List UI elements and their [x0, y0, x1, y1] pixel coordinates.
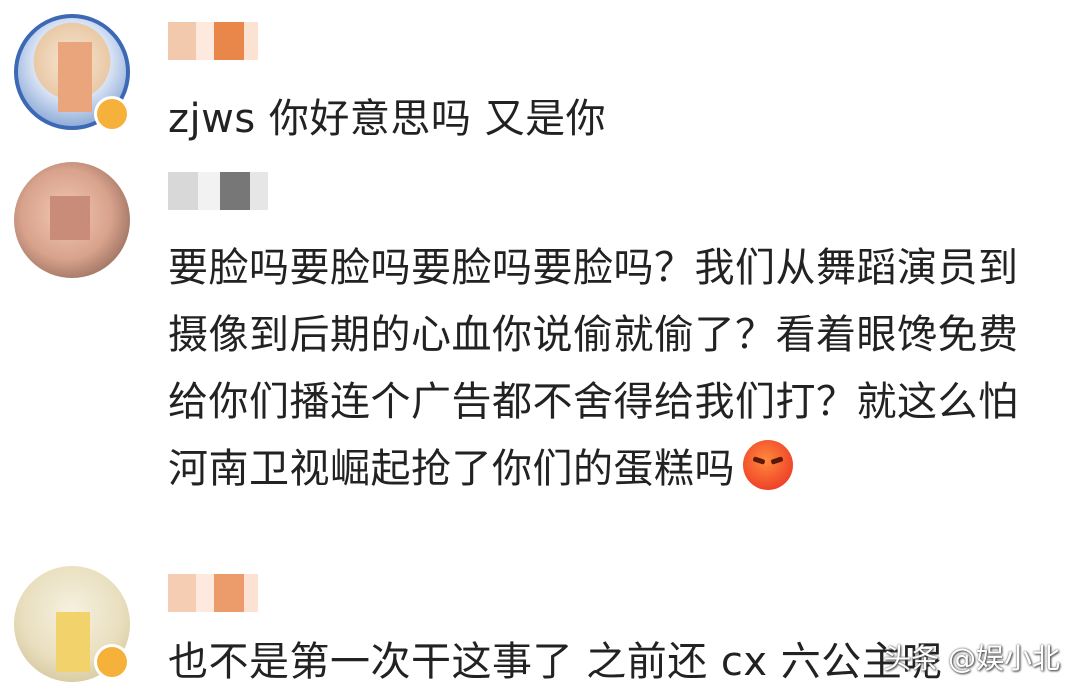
- comment-text-content: 要脸吗要脸吗要脸吗要脸吗？我们从舞蹈演员到摄像到后期的心血你说偷就偷了？看着眼馋…: [168, 245, 1019, 492]
- blurred-avatar-content: [56, 612, 90, 672]
- comment-text: zjws 你好意思吗 又是你: [168, 96, 607, 142]
- verified-badge-icon: [94, 96, 130, 132]
- blurred-avatar-content: [50, 196, 90, 240]
- username-blurred[interactable]: [168, 172, 268, 210]
- comment-text: 要脸吗要脸吗要脸吗要脸吗？我们从舞蹈演员到摄像到后期的心血你说偷就偷了？看着眼馋…: [168, 235, 1048, 503]
- verified-badge-icon: [94, 644, 130, 680]
- username-blurred[interactable]: [168, 22, 258, 60]
- angry-face-emoji: [743, 440, 793, 490]
- username-blurred[interactable]: [168, 574, 258, 612]
- watermark: 头条 @娱小北: [883, 642, 1060, 675]
- blurred-avatar-content: [58, 42, 92, 112]
- user-avatar[interactable]: [14, 162, 130, 278]
